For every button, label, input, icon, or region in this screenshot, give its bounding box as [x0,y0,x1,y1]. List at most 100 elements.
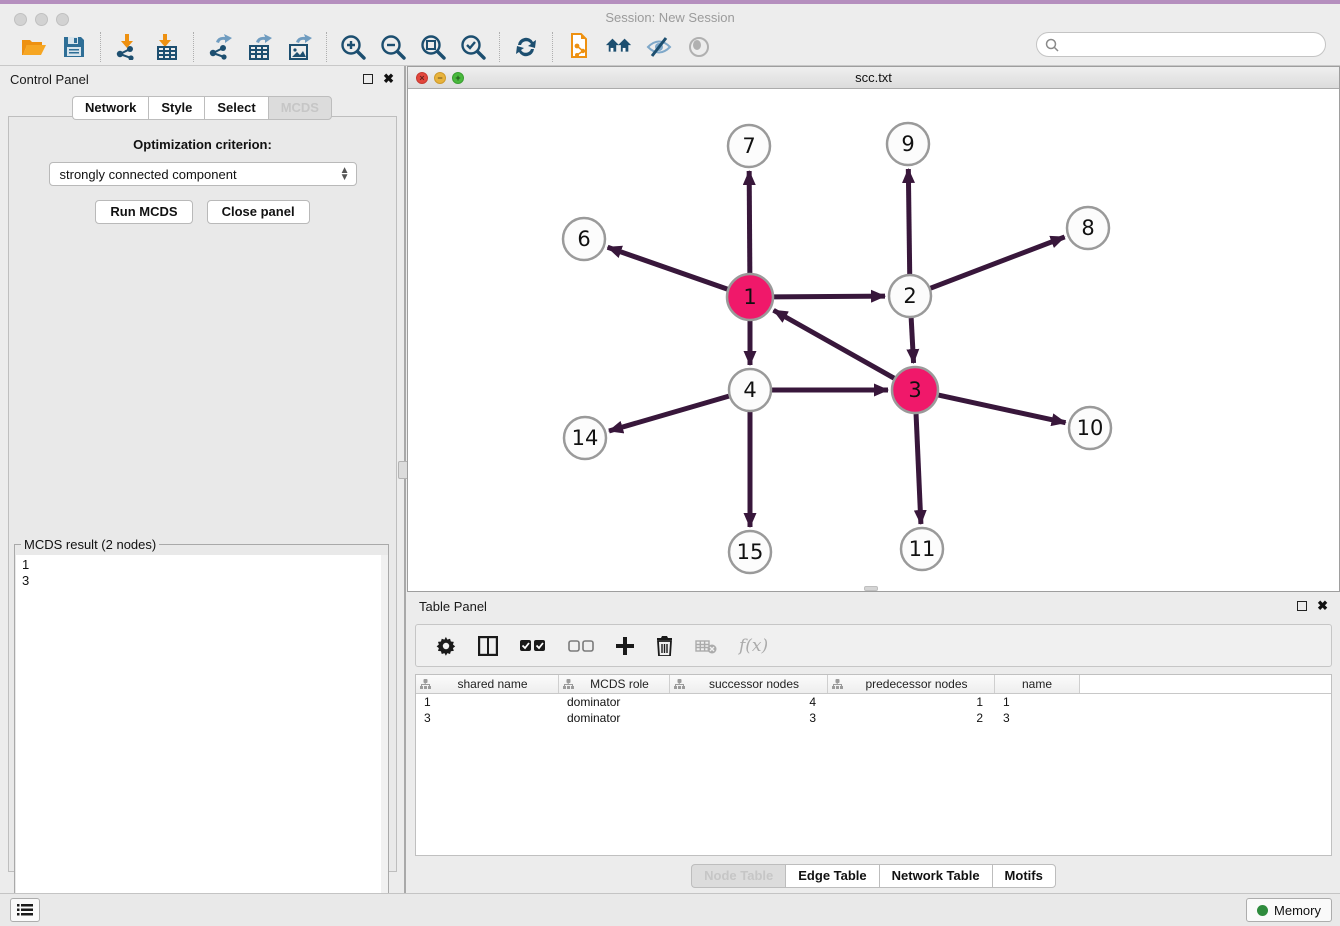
edit-column-icon [420,679,431,690]
show-all-icon[interactable] [685,33,713,61]
export-table-icon[interactable] [246,33,274,61]
column-header-predecessor-nodes[interactable]: predecessor nodes [828,675,995,693]
graph-edge-1-7[interactable] [749,171,750,273]
refresh-icon[interactable] [512,33,540,61]
status-bar: Memory [0,893,1340,926]
graph-edge-1-6[interactable] [608,247,728,289]
network-close-icon[interactable]: × [416,72,428,84]
hide-selected-icon[interactable] [645,33,673,61]
network-minimize-icon[interactable]: − [434,72,446,84]
zoom-fit-icon[interactable] [419,33,447,61]
network-hscrollbar[interactable] [864,586,878,591]
edit-column-icon [563,679,574,690]
graph-node-10[interactable]: 10 [1069,407,1111,449]
tab-edge-table[interactable]: Edge Table [785,864,878,888]
task-history-button[interactable] [10,898,40,922]
graph-node-9[interactable]: 9 [887,123,929,165]
graph-node-7[interactable]: 7 [728,125,770,167]
graph-edge-1-2[interactable] [774,296,885,297]
global-search[interactable] [1036,32,1326,57]
cell-name[interactable]: 1 [995,694,1080,710]
cell-name[interactable]: 3 [995,710,1080,726]
graph-node-8[interactable]: 8 [1067,207,1109,249]
cell-predecessor-nodes[interactable]: 1 [828,694,995,710]
float-table-panel-icon[interactable] [1297,601,1307,611]
zoom-in-icon[interactable] [339,33,367,61]
network-window-titlebar[interactable]: × − + scc.txt [408,67,1339,89]
export-image-icon[interactable] [286,33,314,61]
mcds-result-text[interactable]: 1 3 [16,555,387,918]
graph-node-2[interactable]: 2 [889,275,931,317]
zoom-selected-icon[interactable] [459,33,487,61]
cell-shared-name[interactable]: 3 [416,710,559,726]
panel-split-divider[interactable] [404,66,406,893]
graph-node-15[interactable]: 15 [729,531,771,573]
column-header-successor-nodes[interactable]: successor nodes [670,675,828,693]
float-panel-icon[interactable] [363,74,373,84]
result-scrollbar[interactable] [381,555,388,918]
run-mcds-button[interactable]: Run MCDS [95,200,192,224]
graph-node-label: 4 [743,378,756,402]
table-row[interactable]: 1 dominator 4 1 1 [416,694,1331,710]
export-network-icon[interactable] [206,33,234,61]
graph-node-1[interactable]: 1 [727,274,773,320]
close-panel-button[interactable]: Close panel [207,200,310,224]
network-maximize-icon[interactable]: + [452,72,464,84]
criterion-select[interactable]: strongly connected component ▲▼ [49,162,357,186]
graph-edge-3-10[interactable] [938,395,1065,423]
graph-edge-2-8[interactable] [931,237,1065,288]
cell-successor-nodes[interactable]: 3 [670,710,828,726]
graph-node-11[interactable]: 11 [901,528,943,570]
search-input[interactable] [1064,37,1325,52]
function-builder-icon[interactable]: f(x) [739,636,768,656]
graph-edge-3-11[interactable] [916,414,921,524]
graph-edge-4-14[interactable] [609,396,729,431]
settings-gear-icon[interactable] [436,636,456,656]
graph-node-label: 10 [1077,416,1104,440]
network-canvas[interactable]: 7 9 6 8 1 2 4 3 14 10 15 11 [408,89,1339,591]
column-header-name[interactable]: name [995,675,1080,693]
memory-button[interactable]: Memory [1246,898,1332,922]
import-table-icon[interactable] [153,33,181,61]
add-column-icon[interactable] [616,637,634,655]
graph-node-4[interactable]: 4 [729,369,771,411]
tab-network-table[interactable]: Network Table [879,864,992,888]
select-all-icon[interactable] [520,639,546,653]
delete-icon[interactable] [656,636,673,656]
import-network-icon[interactable] [113,33,141,61]
graph-node-6[interactable]: 6 [563,218,605,260]
cell-predecessor-nodes[interactable]: 2 [828,710,995,726]
close-panel-icon[interactable]: ✖ [383,74,394,84]
new-network-from-selection-icon[interactable] [565,33,593,61]
graph-edge-2-3[interactable] [911,318,913,363]
table-row[interactable]: 3 dominator 3 2 3 [416,710,1331,726]
clear-table-icon[interactable] [695,638,717,654]
first-neighbors-icon[interactable] [605,33,633,61]
graph-node-label: 7 [742,134,755,158]
graph-edge-2-9[interactable] [908,169,909,274]
graph-edge-3-1[interactable] [774,310,895,378]
cell-successor-nodes[interactable]: 4 [670,694,828,710]
graph-node-3[interactable]: 3 [892,367,938,413]
save-session-icon[interactable] [60,33,88,61]
cell-shared-name[interactable]: 1 [416,694,559,710]
zoom-out-icon[interactable] [379,33,407,61]
tab-style[interactable]: Style [148,96,204,120]
tab-motifs[interactable]: Motifs [992,864,1056,888]
cell-mcds-role[interactable]: dominator [559,694,670,710]
close-table-panel-icon[interactable]: ✖ [1317,601,1328,611]
column-header-mcds-role[interactable]: MCDS role [559,675,670,693]
node-table[interactable]: shared name MCDS role successor nodes pr… [415,674,1332,856]
tab-select[interactable]: Select [204,96,267,120]
column-header-shared-name[interactable]: shared name [416,675,559,693]
tab-network[interactable]: Network [72,96,148,120]
tab-node-table[interactable]: Node Table [691,864,785,888]
column-view-icon[interactable] [478,636,498,656]
deselect-all-icon[interactable] [568,639,594,653]
open-session-icon[interactable] [20,33,48,61]
cell-mcds-role[interactable]: dominator [559,710,670,726]
graph-node-label: 9 [901,132,914,156]
graph-node-14[interactable]: 14 [564,417,606,459]
table-tabs: Node Table Edge Table Network Table Moti… [407,864,1340,888]
tab-mcds[interactable]: MCDS [268,96,332,120]
